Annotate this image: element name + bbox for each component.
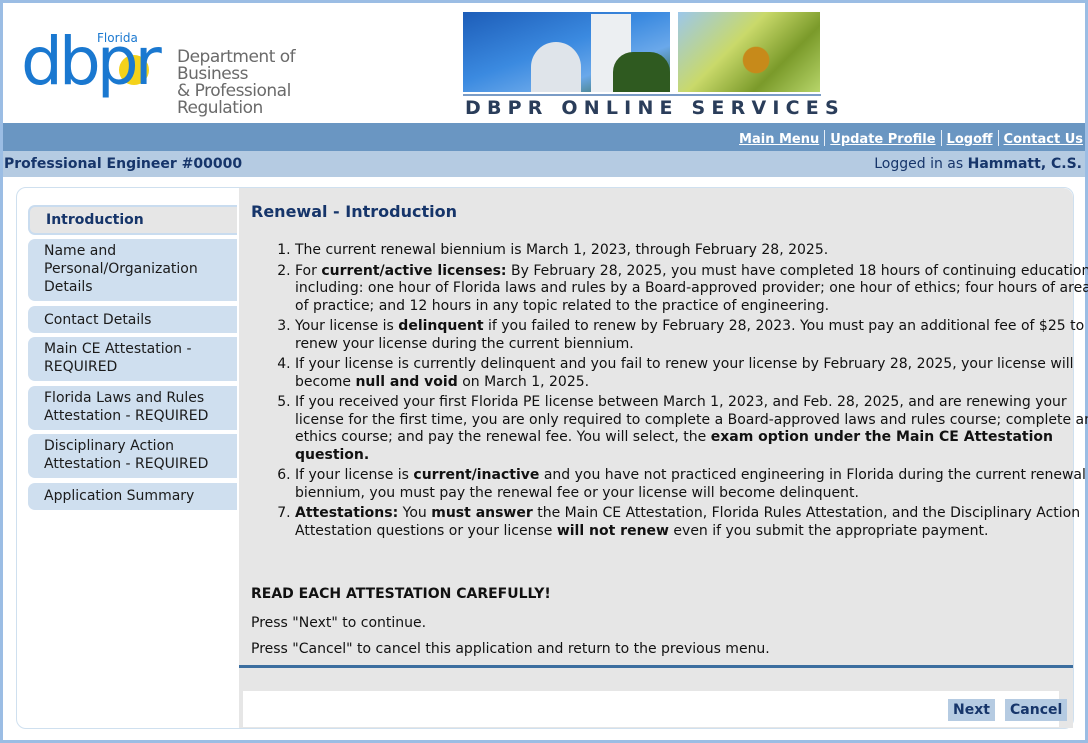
- main-menu-link[interactable]: Main Menu: [739, 132, 819, 147]
- emphasis-text: delinquent: [398, 318, 484, 334]
- nav-separator: [940, 130, 942, 146]
- logo-dept-line1: Department of Business: [177, 47, 296, 84]
- logo-department: Department of Business & Professional Re…: [177, 49, 366, 117]
- update-profile-link[interactable]: Update Profile: [830, 132, 935, 147]
- instruction-item: If your license is currently delinquent …: [295, 356, 1088, 391]
- instruction-item: The current renewal biennium is March 1,…: [295, 242, 1088, 260]
- sidebar-item-laws-rules-attestation[interactable]: Florida Laws and Rules Attestation - REQ…: [28, 386, 237, 430]
- nav-separator: [824, 130, 826, 146]
- next-button[interactable]: Next: [948, 699, 995, 721]
- logoff-link[interactable]: Logoff: [947, 132, 993, 147]
- logged-in-user: Hammatt, C.S.: [967, 156, 1082, 172]
- license-bar: Professional Engineer #00000 Logged in a…: [3, 151, 1085, 177]
- license-title: Professional Engineer #00000: [4, 156, 243, 172]
- instruction-text: on March 1, 2025.: [457, 373, 590, 390]
- logo-dept-line2: & Professional Regulation: [177, 81, 291, 118]
- content-divider: [239, 665, 1073, 668]
- page-title: Renewal - Introduction: [251, 202, 457, 221]
- banner-rule: [463, 94, 821, 96]
- sidebar-item-introduction[interactable]: Introduction: [28, 205, 237, 235]
- instruction-text: You: [398, 505, 432, 521]
- online-services-banner: DBPR ONLINE SERVICES: [463, 12, 845, 120]
- logged-in-status: Logged in as Hammatt, C.S.: [874, 156, 1082, 172]
- cancel-button[interactable]: Cancel: [1005, 699, 1068, 721]
- instruction-item: For current/active licenses: By February…: [295, 263, 1088, 316]
- top-nav-links: Main Menu Update Profile Logoff Contact Us: [739, 130, 1083, 147]
- instruction-text: For: [295, 262, 322, 279]
- sidebar-item-main-ce-attestation[interactable]: Main CE Attestation - REQUIRED: [28, 337, 237, 381]
- capitol-dome-shape: [531, 42, 581, 92]
- sidebar-item-disciplinary-attestation[interactable]: Disciplinary Action Attestation - REQUIR…: [28, 434, 237, 478]
- sidebar-item-application-summary[interactable]: Application Summary: [28, 483, 237, 510]
- instruction-text: Your license is: [295, 318, 399, 334]
- emphasis-text: current/active licenses:: [321, 262, 507, 279]
- emphasis-text: current/inactive: [413, 467, 540, 483]
- header: dbpr Florida Department of Business & Pr…: [3, 3, 1085, 123]
- capitol-photo: [463, 12, 670, 92]
- instruction-item: If you received your first Florida PE li…: [295, 394, 1088, 464]
- emphasis-text: Attestations:: [295, 505, 399, 521]
- emphasis-text: null and void: [355, 373, 458, 390]
- instruction-item: If your license is current/inactive and …: [295, 467, 1088, 502]
- instruction-text: The current renewal biennium is March 1,…: [295, 242, 829, 258]
- next-instruction: Press "Next" to continue.: [251, 615, 427, 631]
- page-frame: dbpr Florida Department of Business & Pr…: [0, 0, 1088, 743]
- button-bar: Next Cancel: [243, 691, 1068, 727]
- application-panel: Introduction Name and Personal/Organizat…: [16, 187, 1088, 729]
- logged-in-prefix: Logged in as: [874, 156, 968, 172]
- emphasis-text: must answer: [431, 505, 533, 521]
- instruction-text: even if you submit the appropriate payme…: [668, 522, 989, 539]
- attestation-warning: READ EACH ATTESTATION CAREFULLY!: [251, 586, 551, 602]
- contact-us-link[interactable]: Contact Us: [1004, 132, 1083, 147]
- nav-separator: [997, 130, 999, 146]
- cancel-instruction: Press "Cancel" to cancel this applicatio…: [251, 641, 770, 657]
- dbpr-logo[interactable]: dbpr Florida Department of Business & Pr…: [21, 29, 366, 117]
- top-nav-bar: Main Menu Update Profile Logoff Contact Us: [3, 123, 1085, 151]
- renewal-instructions-list: The current renewal biennium is March 1,…: [249, 242, 1088, 543]
- emphasis-text: will not renew: [556, 522, 669, 539]
- palm-tree-photo: [678, 12, 820, 92]
- instruction-item: Your license is delinquent if you failed…: [295, 318, 1088, 353]
- sidebar-item-name-details[interactable]: Name and Personal/Organization Details: [28, 239, 237, 301]
- main-content: Renewal - Introduction The current renew…: [239, 188, 1088, 728]
- banner-title: DBPR ONLINE SERVICES: [465, 97, 845, 119]
- instruction-item: Attestations: You must answer the Main C…: [295, 505, 1088, 540]
- sidebar: Introduction Name and Personal/Organizat…: [17, 188, 239, 728]
- logo-state: Florida: [97, 31, 138, 45]
- instruction-text: If your license is: [295, 467, 414, 483]
- tree-shape: [613, 52, 670, 92]
- sidebar-item-contact-details[interactable]: Contact Details: [28, 306, 237, 333]
